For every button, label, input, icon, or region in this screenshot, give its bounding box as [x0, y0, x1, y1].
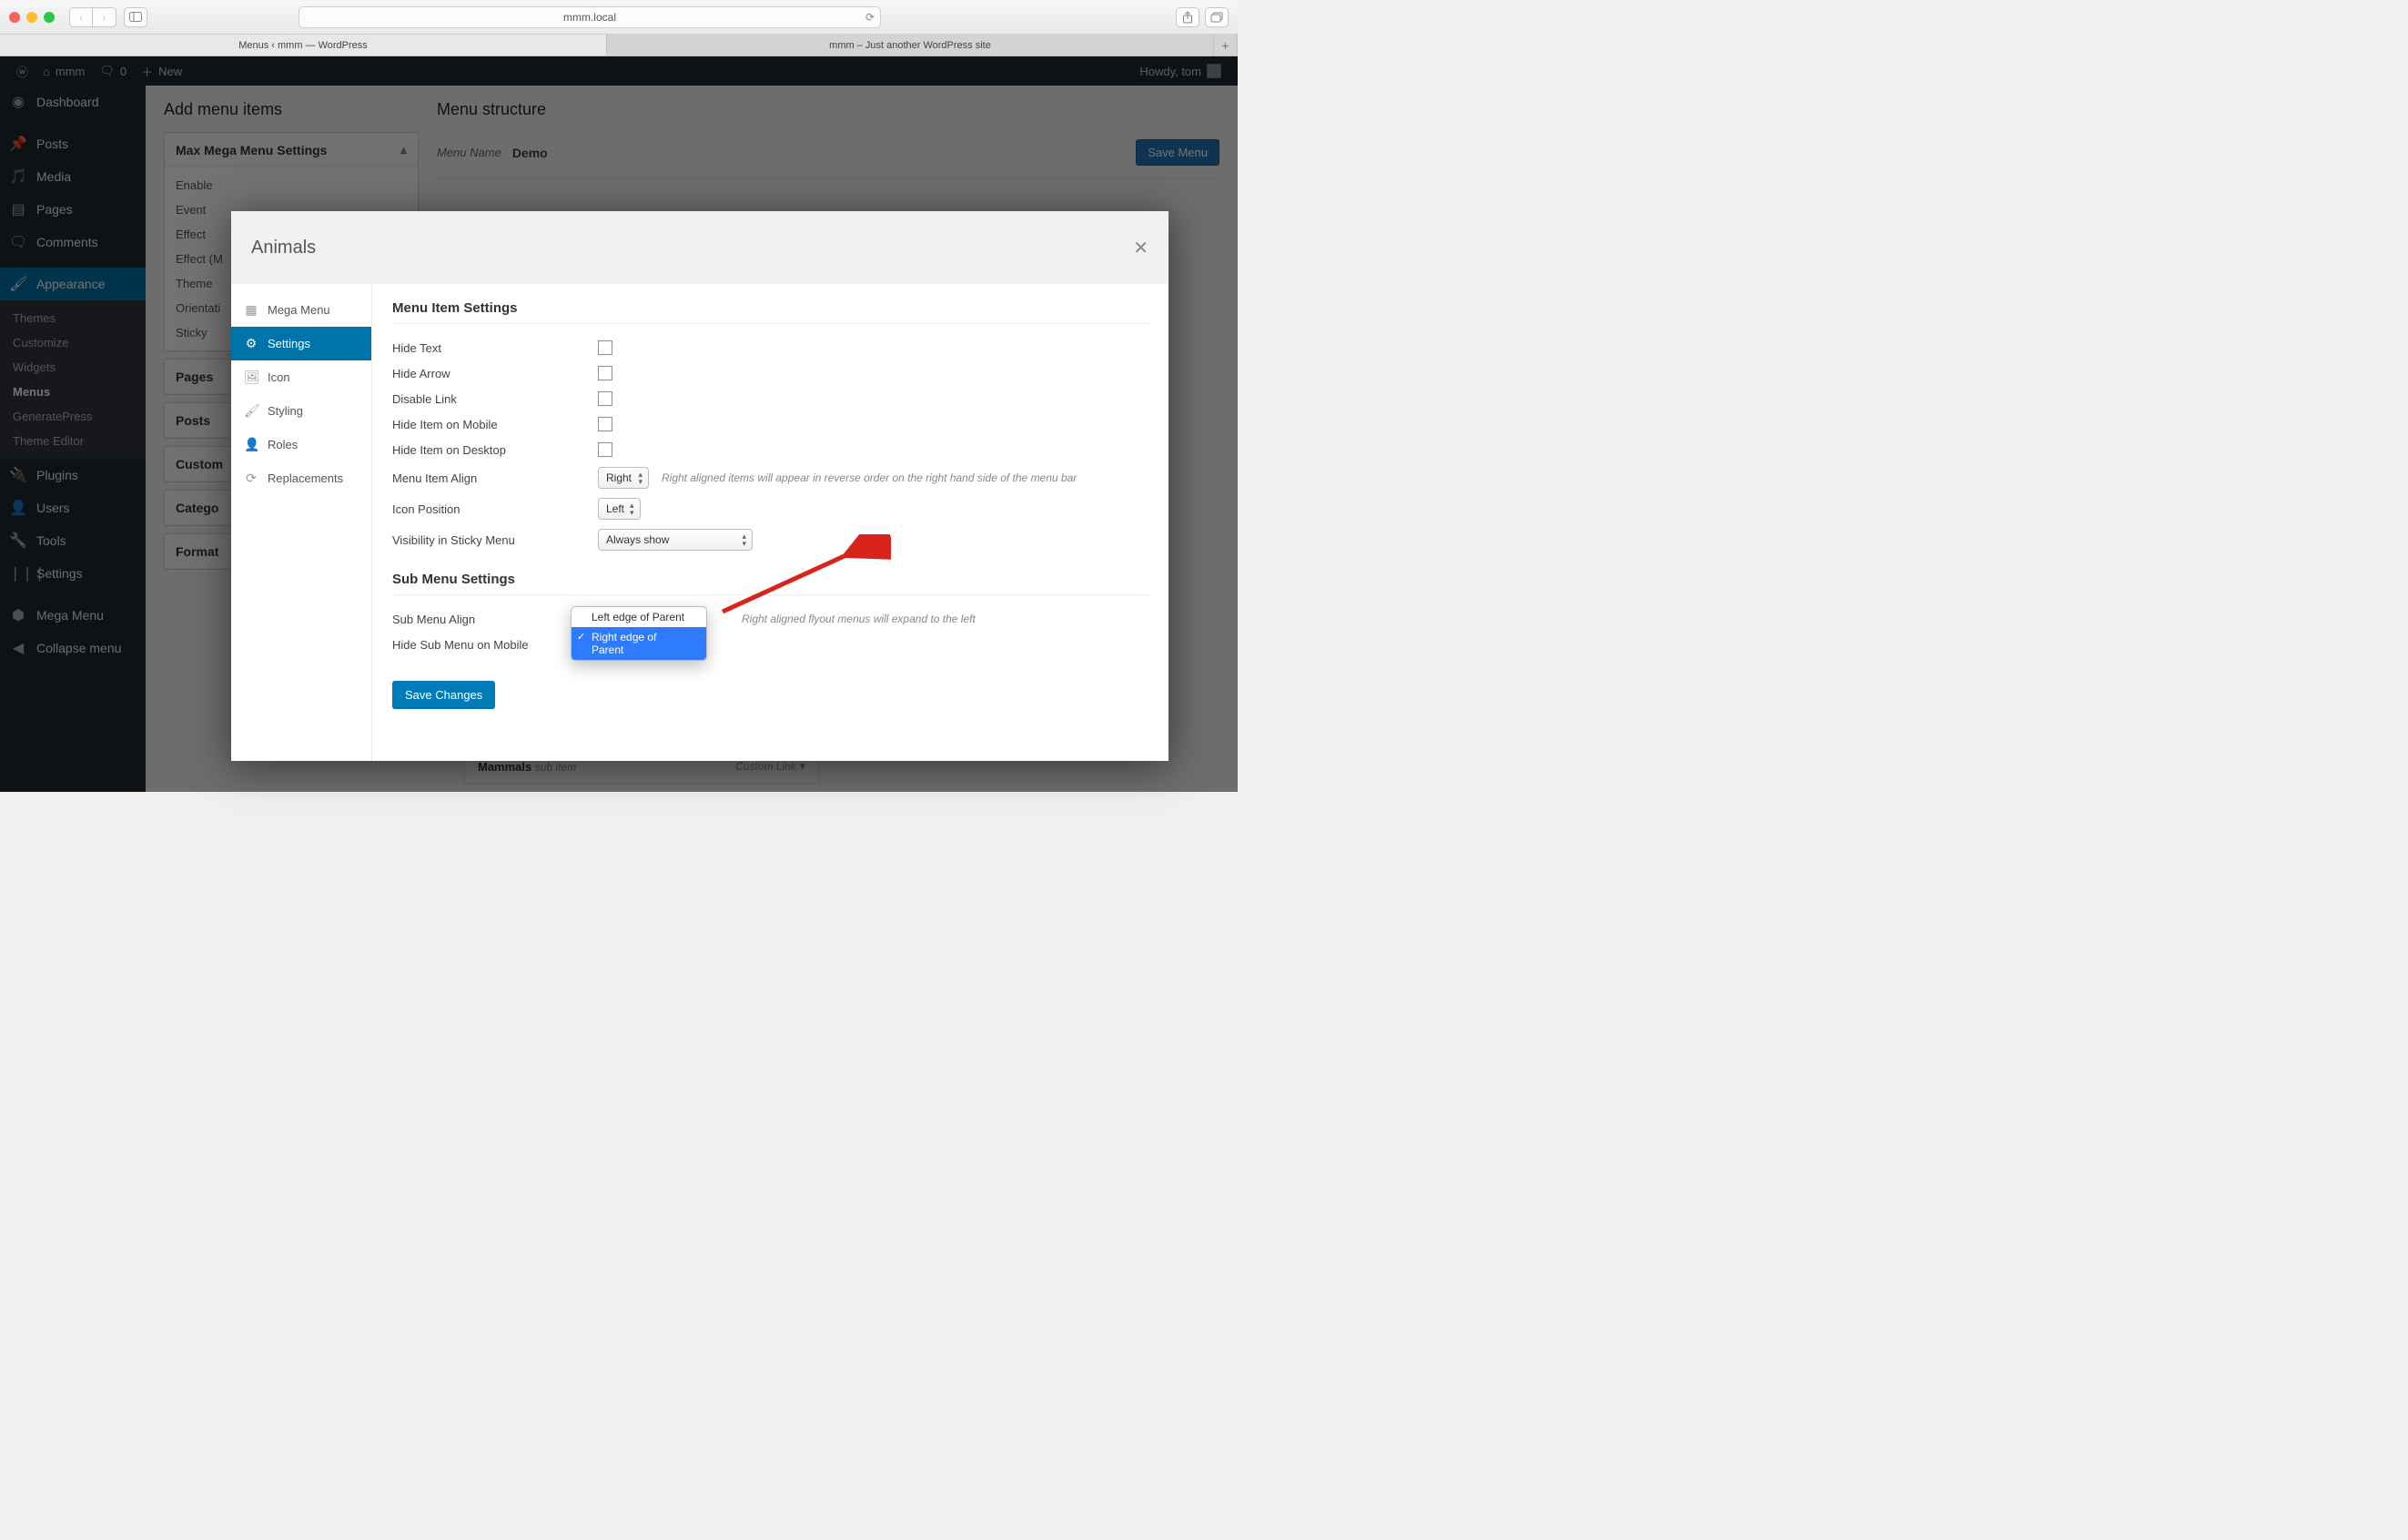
refresh-icon: ⟳	[244, 471, 258, 486]
hide-mobile-checkbox[interactable]	[598, 417, 612, 431]
reload-icon[interactable]: ⟳	[865, 11, 875, 24]
align-hint: Right aligned items will appear in rever…	[662, 471, 1077, 484]
close-icon[interactable]: ✕	[1133, 237, 1148, 259]
browser-tab[interactable]: Menus ‹ mmm — WordPress	[0, 35, 607, 56]
hide-arrow-label: Hide Arrow	[392, 367, 598, 380]
sticky-visibility-select[interactable]: Always show▴▾	[598, 529, 753, 551]
modal-nav-mega-menu[interactable]: ▦Mega Menu	[231, 293, 371, 327]
hide-desktop-label: Hide Item on Desktop	[392, 443, 598, 457]
dropdown-option-left-edge[interactable]: Left edge of Parent	[572, 607, 706, 627]
menu-item-align-label: Menu Item Align	[392, 471, 598, 485]
browser-toolbar: ‹ › mmm.local ⟳	[0, 0, 1238, 35]
new-tab-button[interactable]: +	[1214, 35, 1238, 56]
menu-item-settings-modal: Animals ✕ ▦Mega Menu ⚙Settings 🖼Icon 🖌St…	[231, 211, 1169, 761]
tabs-overview-button[interactable]	[1205, 7, 1229, 27]
modal-nav-icon[interactable]: 🖼Icon	[231, 360, 371, 394]
modal-title: Animals	[251, 238, 316, 258]
icon-position-label: Icon Position	[392, 502, 598, 516]
share-button[interactable]	[1176, 7, 1199, 27]
browser-tabs: Menus ‹ mmm — WordPress mmm – Just anoth…	[0, 35, 1238, 56]
maximize-window-icon[interactable]	[44, 12, 55, 23]
address-bar[interactable]: mmm.local ⟳	[298, 6, 881, 28]
disable-link-label: Disable Link	[392, 392, 598, 406]
chevron-updown-icon: ▴▾	[638, 471, 642, 485]
minimize-window-icon[interactable]	[26, 12, 37, 23]
modal-nav: ▦Mega Menu ⚙Settings 🖼Icon 🖌Styling 👤Rol…	[231, 284, 372, 761]
sidebar-toggle-button[interactable]	[124, 7, 147, 27]
section-heading: Menu Item Settings	[392, 300, 1148, 324]
menu-item-align-select[interactable]: Right▴▾	[598, 467, 649, 489]
window-controls	[9, 12, 55, 23]
hide-mobile-label: Hide Item on Mobile	[392, 418, 598, 431]
image-icon: 🖼	[244, 370, 258, 385]
dropdown-option-right-edge[interactable]: Right edge of Parent	[572, 627, 706, 660]
back-button[interactable]: ‹	[69, 7, 93, 27]
hide-text-label: Hide Text	[392, 341, 598, 355]
url-text: mmm.local	[563, 11, 616, 24]
modal-nav-replacements[interactable]: ⟳Replacements	[231, 461, 371, 495]
chevron-updown-icon: ▴▾	[742, 532, 746, 547]
brush-icon: 🖌	[244, 403, 258, 419]
hide-submenu-mobile-label: Hide Sub Menu on Mobile	[392, 638, 598, 652]
sticky-visibility-label: Visibility in Sticky Menu	[392, 533, 598, 547]
modal-nav-settings[interactable]: ⚙Settings	[231, 327, 371, 360]
close-window-icon[interactable]	[9, 12, 20, 23]
save-changes-button[interactable]: Save Changes	[392, 681, 495, 709]
user-icon: 👤	[244, 437, 258, 452]
sub-menu-align-label: Sub Menu Align	[392, 613, 598, 626]
icon-position-select[interactable]: Left▴▾	[598, 498, 641, 520]
chevron-updown-icon: ▴▾	[630, 502, 634, 516]
modal-content: Menu Item Settings Hide Text Hide Arrow …	[372, 284, 1169, 761]
hide-arrow-checkbox[interactable]	[598, 366, 612, 380]
section-heading: Sub Menu Settings	[392, 572, 1148, 595]
modal-nav-roles[interactable]: 👤Roles	[231, 428, 371, 461]
grid-icon: ▦	[244, 302, 258, 318]
sub-menu-align-dropdown: Left edge of Parent Right edge of Parent	[571, 606, 707, 661]
hide-text-checkbox[interactable]	[598, 340, 612, 355]
disable-link-checkbox[interactable]	[598, 391, 612, 406]
modal-nav-styling[interactable]: 🖌Styling	[231, 394, 371, 428]
sub-align-hint: Right aligned flyout menus will expand t…	[742, 613, 976, 625]
forward-button[interactable]: ›	[93, 7, 116, 27]
browser-tab[interactable]: mmm – Just another WordPress site	[607, 35, 1214, 56]
gear-icon: ⚙	[244, 336, 258, 351]
hide-desktop-checkbox[interactable]	[598, 442, 612, 457]
